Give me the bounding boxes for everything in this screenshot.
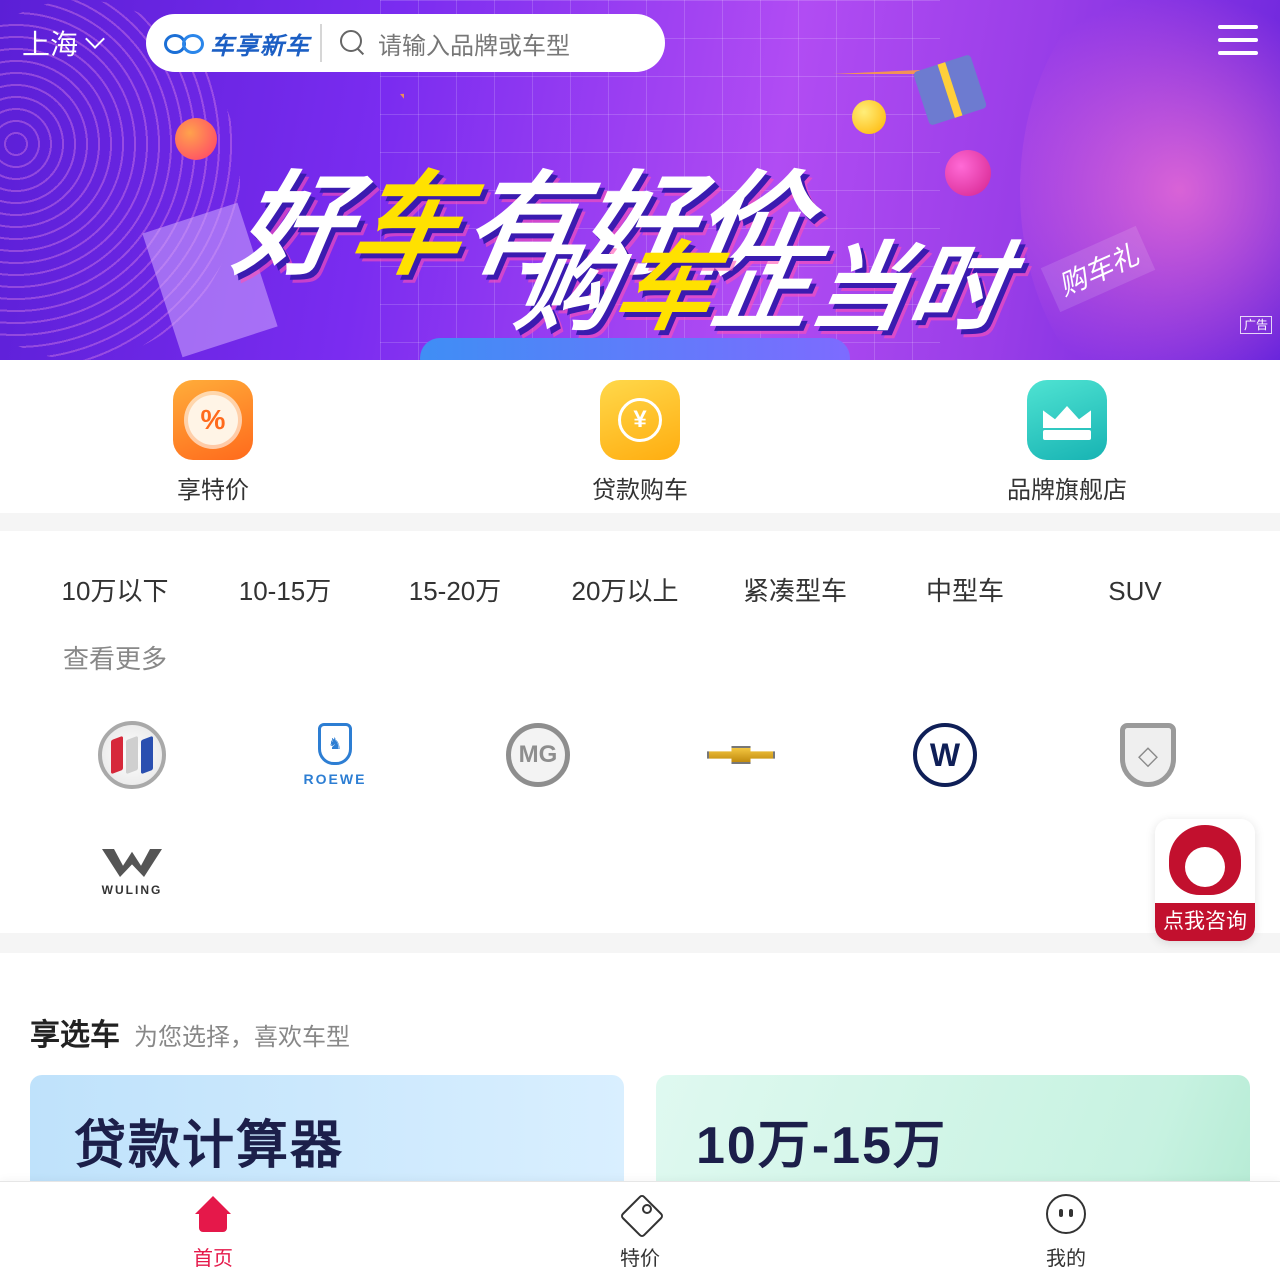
section-title: 享选车 (30, 1019, 120, 1052)
buick-logo-icon (98, 721, 166, 789)
filter-see-more[interactable]: 查看更多 (30, 641, 200, 677)
brand-mg[interactable]: MG (468, 705, 608, 805)
chevron-down-icon (85, 29, 105, 49)
consult-label: 点我咨询 (1155, 903, 1255, 941)
brand-chevrolet[interactable] (671, 705, 811, 805)
filter-price-15-20w[interactable]: 15-20万 (370, 573, 540, 609)
quick-entry-special-price[interactable]: % 享特价 (113, 380, 313, 505)
tab-special-price[interactable]: 特价 (580, 1194, 700, 1271)
section-header: 享选车 为您选择，喜欢车型 (30, 1010, 350, 1054)
quick-entry-label: 贷款购车 (592, 477, 688, 504)
logo-icon (164, 30, 208, 56)
banner-slogan-line2: 购车正当时 (508, 232, 1019, 344)
filter-panel: 10万以下 10-15万 15-20万 20万以上 紧凑型车 中型车 SUV 查… (0, 531, 1280, 933)
baojun-logo-icon: ◇ (1120, 723, 1176, 787)
section-divider (0, 513, 1280, 531)
filter-price-10-15w[interactable]: 10-15万 (200, 573, 370, 609)
quick-entry-loan[interactable]: ¥ 贷款购车 (540, 380, 740, 505)
filter-price-under-10w[interactable]: 10万以下 (30, 573, 200, 609)
filter-price-over-20w[interactable]: 20万以上 (540, 573, 710, 609)
banner-ball (175, 118, 217, 160)
brand-buick[interactable] (62, 705, 202, 805)
search-icon (340, 30, 366, 56)
banner-bottom-strip (420, 338, 850, 360)
section-subtitle: 为您选择，喜欢车型 (134, 1024, 350, 1051)
bottom-tab-bar: 首页 特价 我的 (0, 1181, 1280, 1280)
brand-roewe[interactable]: ♞ ROEWE (265, 705, 405, 805)
brand-baojun[interactable]: ◇ (1078, 705, 1218, 805)
logo-text: 车享新车 (210, 32, 310, 60)
section-divider (0, 933, 1280, 953)
quick-entry-label: 品牌旗舰店 (1007, 477, 1127, 504)
volkswagen-logo-icon: W (913, 723, 977, 787)
brand-volkswagen[interactable]: W (875, 705, 1015, 805)
search-input[interactable]: 请输入品牌或车型 (378, 26, 570, 61)
app-page: 好车有好价 购车正当时 购车礼 广告 上海 车享新车 请输入品牌或车型 % 享特… (0, 0, 1280, 1280)
card-title: 贷款计算器 (74, 1117, 345, 1175)
price-tag-icon (620, 1194, 660, 1234)
city-selector[interactable]: 上海 (22, 24, 105, 62)
consult-button[interactable]: 点我咨询 (1155, 819, 1255, 941)
loan-coin-icon: ¥ (600, 380, 680, 460)
crown-icon (1027, 380, 1107, 460)
discount-icon: % (173, 380, 253, 460)
hamburger-menu-icon[interactable] (1218, 25, 1258, 55)
search-bar[interactable]: 车享新车 请输入品牌或车型 (146, 14, 665, 72)
wuling-logo-icon: WULING (102, 849, 163, 897)
home-icon (193, 1194, 233, 1234)
roewe-logo-icon: ♞ ROEWE (304, 723, 367, 787)
ad-label: 广告 (1239, 316, 1272, 334)
card-title: 10万-15万 (696, 1117, 947, 1175)
quick-entry-brand-store[interactable]: 品牌旗舰店 (967, 380, 1167, 505)
tab-label: 首页 (193, 1248, 233, 1270)
tab-label: 我的 (1046, 1248, 1086, 1270)
filter-midsize-car[interactable]: 中型车 (880, 573, 1050, 609)
chevrolet-logo-icon (707, 746, 775, 764)
banner-ball (945, 150, 991, 196)
banner-ball (852, 100, 886, 134)
quick-entry-label: 享特价 (177, 477, 249, 504)
quick-entries: % 享特价 ¥ 贷款购车 品牌旗舰店 (0, 360, 1280, 513)
tab-mine[interactable]: 我的 (1006, 1194, 1126, 1271)
search-divider (320, 24, 322, 62)
user-face-icon (1046, 1194, 1086, 1234)
filter-compact-car[interactable]: 紧凑型车 (710, 573, 880, 609)
mg-logo-icon: MG (506, 723, 570, 787)
tab-label: 特价 (620, 1248, 660, 1270)
customer-service-icon (1169, 825, 1241, 895)
filter-suv[interactable]: SUV (1050, 573, 1220, 609)
city-label: 上海 (22, 29, 79, 60)
tab-home[interactable]: 首页 (153, 1194, 273, 1271)
brand-wuling[interactable]: WULING (62, 823, 202, 923)
